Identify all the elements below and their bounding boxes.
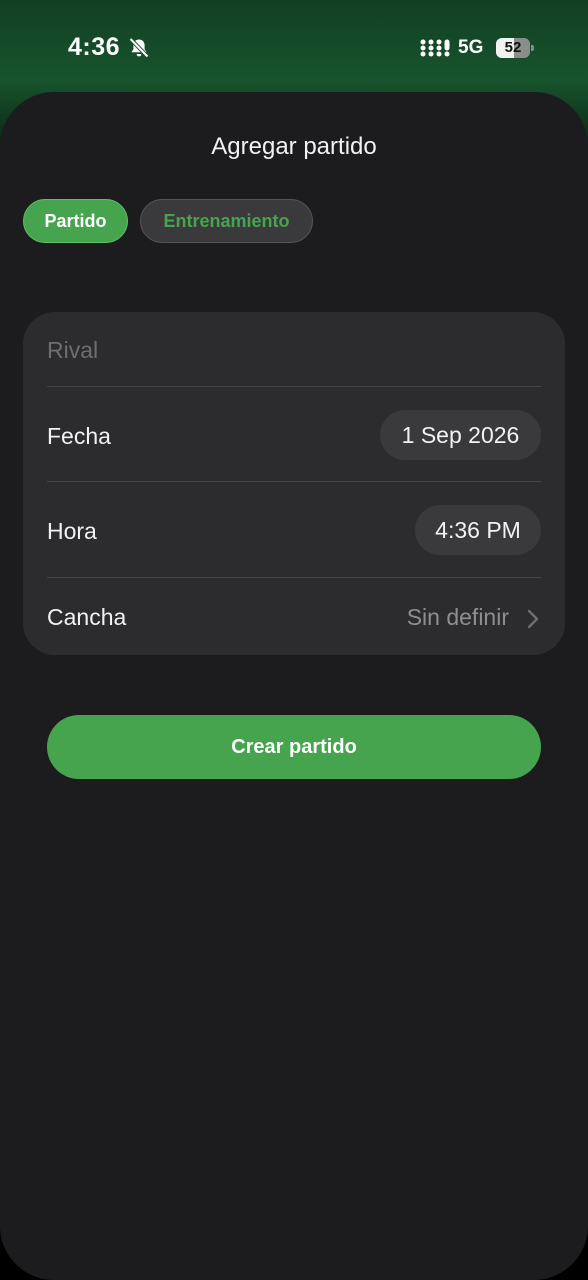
bell-slash-icon — [128, 37, 150, 59]
cancha-value[interactable]: Sin definir — [407, 604, 509, 631]
date-picker-button[interactable]: 1 Sep 2026 — [380, 410, 541, 460]
divider — [47, 481, 541, 482]
rival-input[interactable] — [47, 332, 541, 368]
time-picker-button[interactable]: 4:36 PM — [415, 505, 541, 555]
sheet-title: Agregar partido — [211, 133, 377, 160]
status-bar: 4:36 5G 52 — [0, 0, 588, 92]
match-form-card: Fecha 1 Sep 2026 Hora 4:36 PM Cancha Sin… — [23, 312, 565, 655]
battery-percentage: 52 — [504, 39, 522, 56]
network-label: 5G — [458, 37, 484, 58]
chevron-right-icon[interactable] — [526, 608, 540, 630]
cancha-label[interactable]: Cancha — [47, 604, 126, 631]
divider — [47, 577, 541, 578]
fecha-label: Fecha — [47, 423, 111, 449]
add-match-sheet: Agregar partido Partido Entrenamiento Fe… — [0, 92, 588, 1280]
divider — [47, 386, 541, 387]
battery-icon: 52 — [496, 38, 534, 58]
segment-partido[interactable]: Partido — [23, 199, 128, 243]
status-time: 4:36 — [68, 33, 121, 61]
hora-label: Hora — [47, 518, 97, 544]
signal-icon — [420, 39, 450, 57]
segment-entrenamiento[interactable]: Entrenamiento — [140, 199, 313, 243]
create-match-button[interactable]: Crear partido — [47, 715, 541, 779]
